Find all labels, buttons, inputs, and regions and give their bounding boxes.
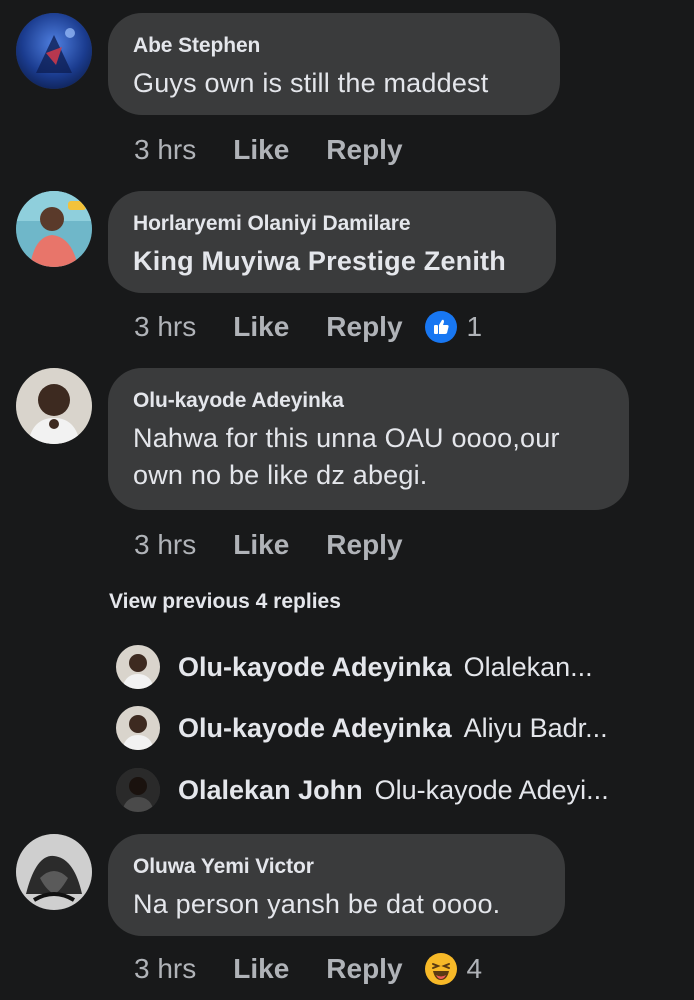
comment-author[interactable]: Oluwa Yemi Victor bbox=[133, 854, 539, 880]
comment-text-line1: Nahwa for this unna OAU oooo,our bbox=[133, 423, 560, 453]
reply-preview-text: Olu-kayode Adeyi... bbox=[374, 774, 609, 805]
reply-button[interactable]: Reply bbox=[326, 529, 402, 561]
view-previous-replies-link[interactable]: View previous 4 replies bbox=[109, 590, 341, 614]
reaction-summary[interactable]: 4 bbox=[424, 953, 483, 985]
avatar[interactable] bbox=[116, 768, 160, 812]
comment-bubble[interactable]: Horlaryemi Olaniyi Damilare King Muyiwa … bbox=[108, 191, 556, 293]
avatar[interactable] bbox=[116, 706, 160, 750]
reaction-count: 1 bbox=[466, 311, 483, 342]
comment-actions: 3 hrs Like Reply 1 bbox=[134, 307, 482, 347]
comment-author[interactable]: Abe Stephen bbox=[133, 33, 534, 59]
reaction-count: 4 bbox=[466, 953, 483, 984]
avatar[interactable] bbox=[16, 191, 92, 267]
comment-timestamp[interactable]: 3 hrs bbox=[134, 953, 196, 985]
comment-bubble[interactable]: Olu-kayode Adeyinka Nahwa for this unna … bbox=[108, 368, 629, 510]
comment-actions: 3 hrs Like Reply 4 bbox=[134, 949, 482, 989]
reply-button[interactable]: Reply bbox=[326, 311, 402, 343]
reply-preview-text: Aliyu Badr... bbox=[463, 712, 608, 743]
reply-preview-row[interactable]: Olu-kayode Adeyinka Olalekan... bbox=[116, 644, 676, 690]
avatar[interactable] bbox=[116, 645, 160, 689]
like-button[interactable]: Like bbox=[233, 311, 289, 343]
comment-text-mention[interactable]: King Muyiwa Prestige Zenith bbox=[133, 243, 530, 280]
avatar-image bbox=[116, 645, 160, 689]
comment-actions: 3 hrs Like Reply bbox=[134, 525, 403, 565]
avatar-image bbox=[116, 768, 160, 812]
reply-button[interactable]: Reply bbox=[326, 953, 402, 985]
comment-author[interactable]: Horlaryemi Olaniyi Damilare bbox=[133, 211, 530, 237]
comment-text: Na person yansh be dat oooo. bbox=[133, 889, 501, 919]
reply-preview-text: Olalekan... bbox=[463, 651, 593, 682]
comments-thread: Abe Stephen Guys own is still the maddes… bbox=[0, 0, 694, 1000]
comment-timestamp[interactable]: 3 hrs bbox=[134, 529, 196, 561]
avatar[interactable] bbox=[16, 834, 92, 910]
avatar-image bbox=[16, 191, 92, 267]
avatar[interactable] bbox=[16, 368, 92, 444]
comment-bubble[interactable]: Oluwa Yemi Victor Na person yansh be dat… bbox=[108, 834, 565, 936]
avatar-image bbox=[16, 368, 92, 444]
like-button[interactable]: Like bbox=[233, 953, 289, 985]
reaction-summary[interactable]: 1 bbox=[424, 311, 483, 343]
comment-bubble[interactable]: Abe Stephen Guys own is still the maddes… bbox=[108, 13, 560, 115]
reply-preview-row[interactable]: Olu-kayode Adeyinka Aliyu Badr... bbox=[116, 705, 676, 751]
like-button[interactable]: Like bbox=[233, 529, 289, 561]
comment-text-line2: own no be like dz abegi. bbox=[133, 460, 428, 490]
reply-author[interactable]: Olalekan John bbox=[178, 775, 363, 806]
avatar-image bbox=[116, 706, 160, 750]
like-thumbs-up-icon bbox=[424, 311, 457, 343]
comment-timestamp[interactable]: 3 hrs bbox=[134, 311, 196, 343]
like-button[interactable]: Like bbox=[233, 134, 289, 166]
avatar-image bbox=[16, 13, 92, 89]
reply-preview-row[interactable]: Olalekan John Olu-kayode Adeyi... bbox=[116, 767, 676, 813]
comment-author[interactable]: Olu-kayode Adeyinka bbox=[133, 388, 603, 414]
haha-laughing-emoji-icon bbox=[424, 953, 457, 985]
comment-text: Guys own is still the maddest bbox=[133, 68, 489, 98]
avatar[interactable] bbox=[16, 13, 92, 89]
comment-actions: 3 hrs Like Reply bbox=[134, 130, 403, 170]
avatar-image bbox=[16, 834, 92, 910]
reply-button[interactable]: Reply bbox=[326, 134, 402, 166]
reply-author[interactable]: Olu-kayode Adeyinka bbox=[178, 713, 452, 744]
reply-author[interactable]: Olu-kayode Adeyinka bbox=[178, 652, 452, 683]
comment-timestamp[interactable]: 3 hrs bbox=[134, 134, 196, 166]
